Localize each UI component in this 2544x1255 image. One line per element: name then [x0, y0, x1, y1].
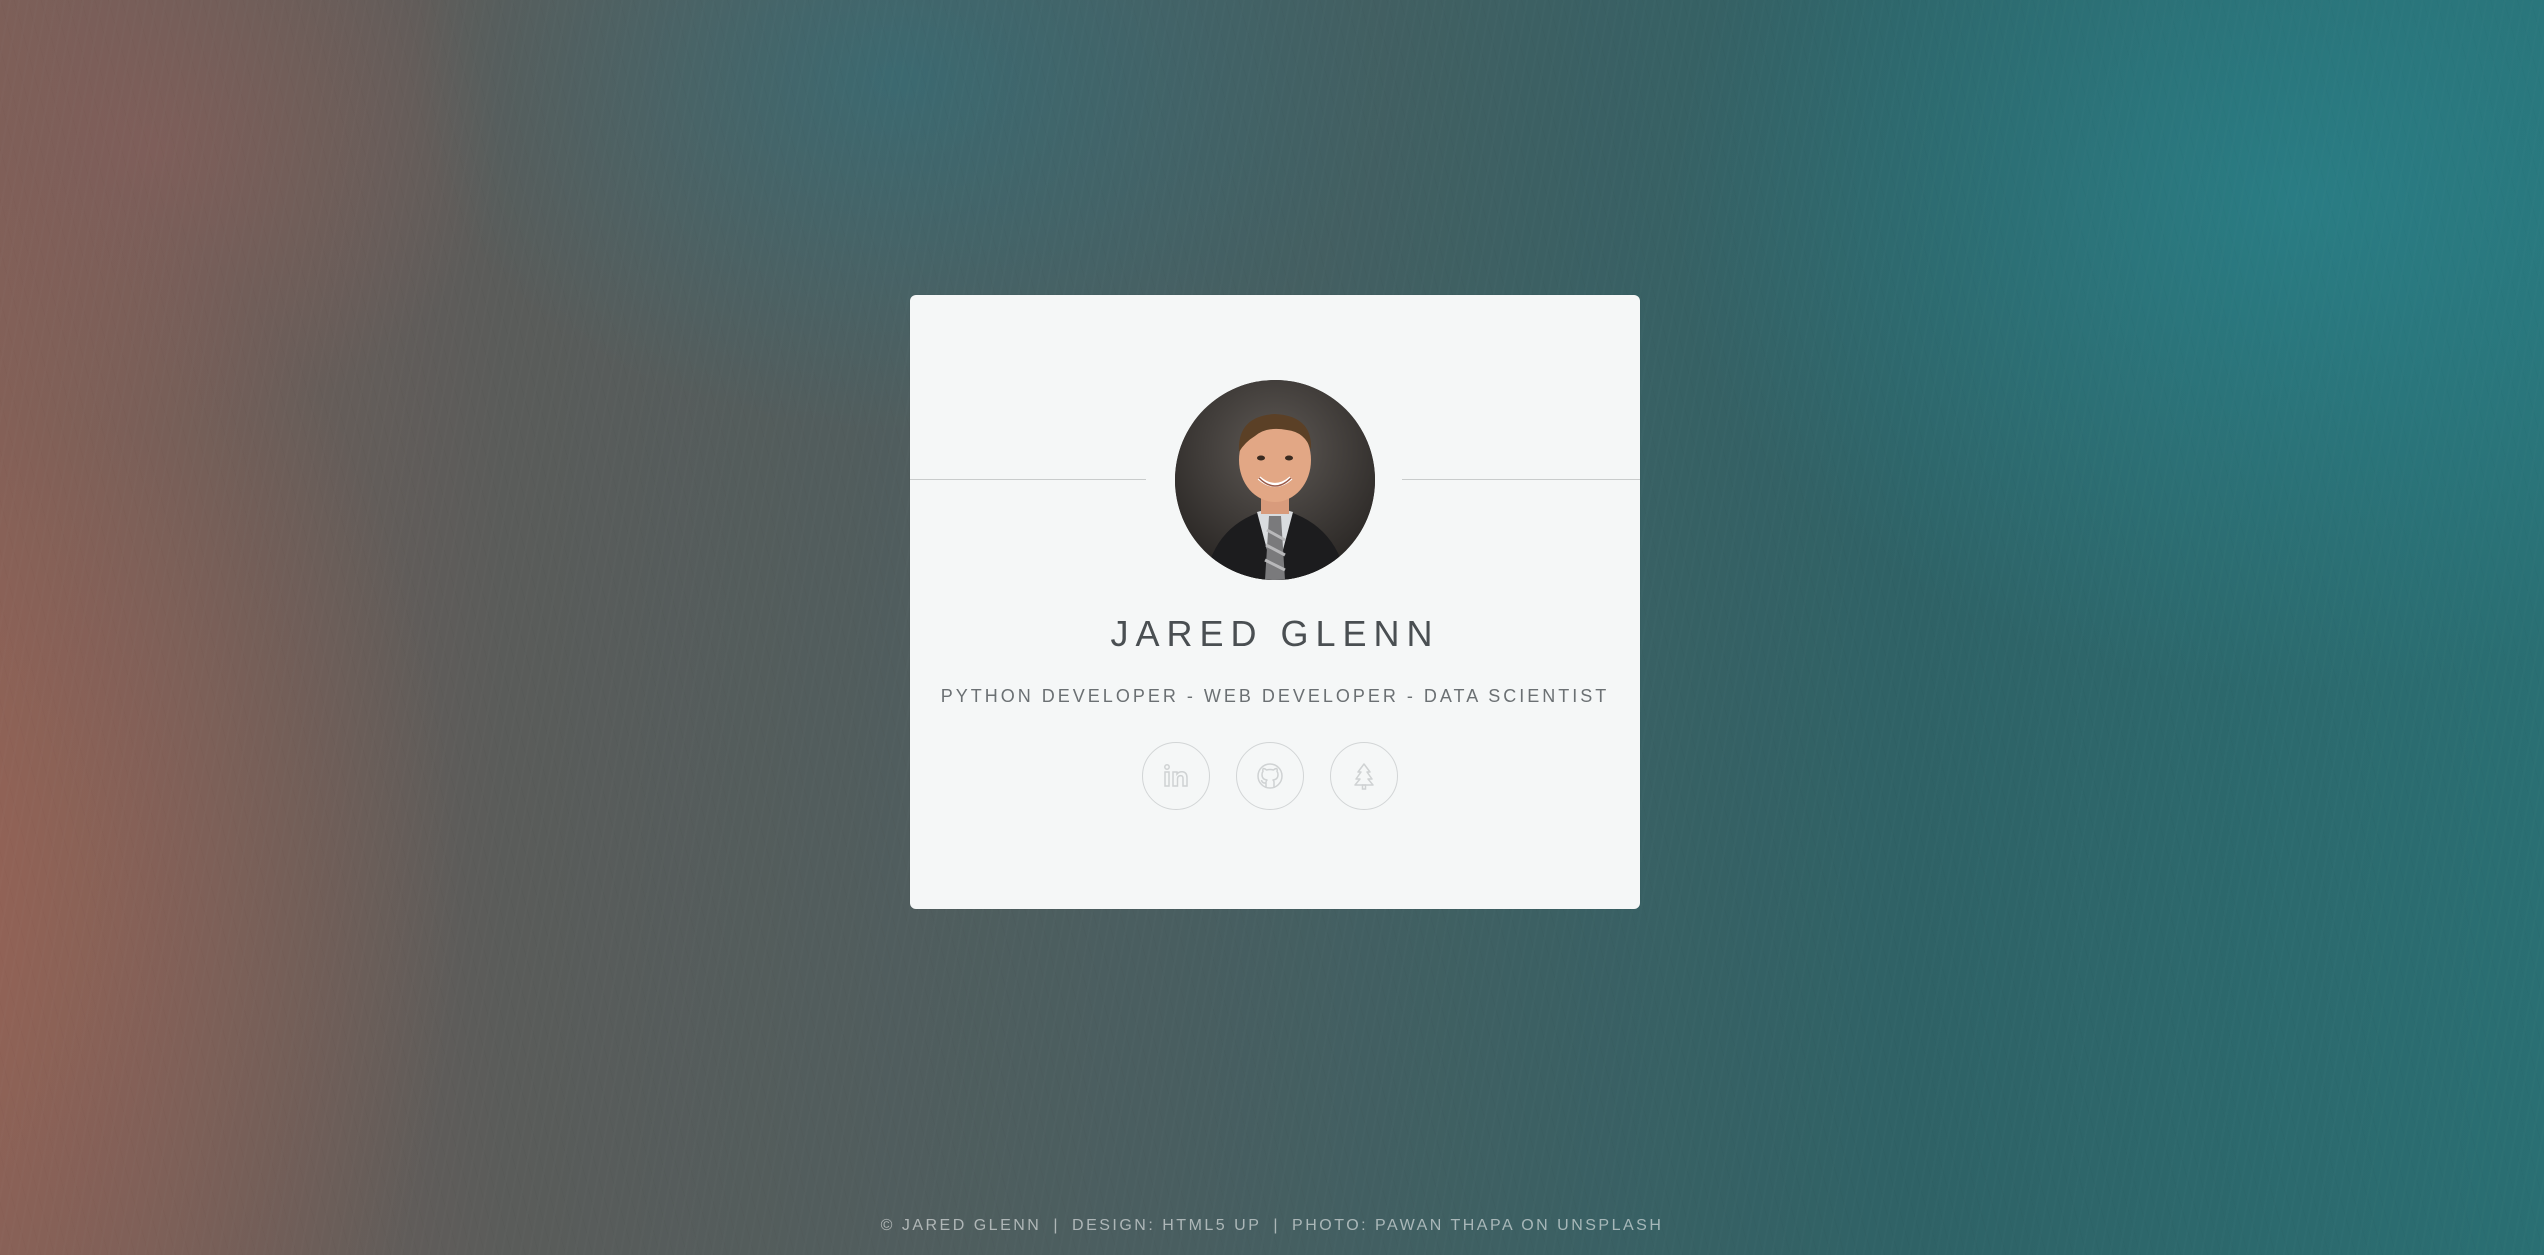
github-button[interactable]: [1236, 742, 1304, 810]
footer-copyright: © JARED GLENN: [880, 1217, 1042, 1234]
avatar-portrait: [1175, 380, 1375, 580]
footer-separator: |: [1053, 1217, 1061, 1234]
footer-separator: |: [1273, 1217, 1281, 1234]
linkedin-icon: [1164, 764, 1188, 787]
social-icons: [1142, 742, 1398, 810]
avatar: [1175, 380, 1375, 580]
footer-design-credit[interactable]: DESIGN: HTML5 UP: [1072, 1217, 1261, 1235]
github-icon: [1257, 763, 1283, 789]
linkedin-button[interactable]: [1142, 742, 1210, 810]
divider-left: [910, 479, 1146, 480]
divider-right: [1402, 479, 1640, 480]
footer: © JARED GLENN | DESIGN: HTML5 UP | PHOTO: PA…: [0, 1217, 2544, 1235]
profile-name: JARED GLENN: [1110, 613, 1440, 654]
profile-card: JARED GLENN PYTHON DEVELOPER - WEB DEVEL…: [910, 295, 1640, 909]
profile-tagline: PYTHON DEVELOPER - WEB DEVELOPER - DATA …: [940, 686, 1610, 706]
footer-photo-credit[interactable]: PHOTO: PAWAN THAPA ON UNSPLASH: [1292, 1217, 1663, 1235]
tree-icon: [1354, 763, 1374, 790]
linktree-button[interactable]: [1330, 742, 1398, 810]
